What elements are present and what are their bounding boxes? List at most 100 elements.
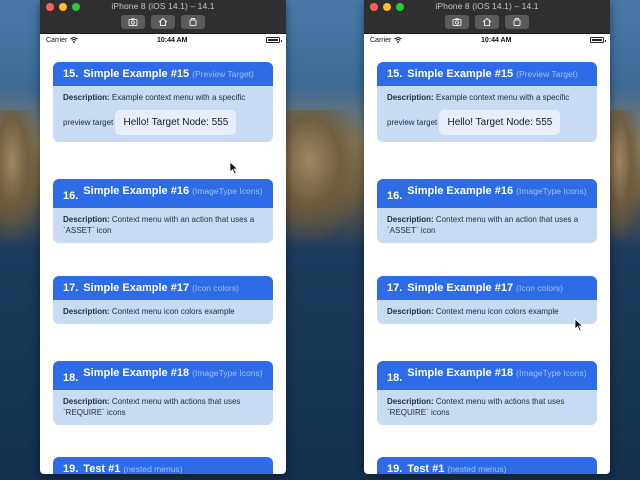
card-subtitle: (Preview Target) [192,69,254,79]
card-subtitle: (Icon colors) [516,283,563,293]
card-subtitle: (ImageType Icons) [192,186,263,196]
card-header: 15. Simple Example #15 (Preview Target) [53,62,273,86]
card-header: 17. Simple Example #17 (Icon colors) [377,276,597,300]
description-label: Description: [63,93,110,102]
ios-status-bar: Carrier 10:44 AM [40,34,286,46]
description-text: Context menu icon colors example [111,307,235,316]
card-number: 17. [63,282,79,294]
rotate-button[interactable] [505,15,529,29]
example-card-16[interactable]: 16. Simple Example #16 (ImageType Icons)… [53,179,273,243]
simulator-window-left: iPhone 8 (iOS 14.1) – 14.1 Carrier 10:44… [40,0,286,474]
battery-icon [266,37,282,43]
desktop-background-right [610,0,640,480]
card-number: 18. [387,372,403,384]
example-card-18[interactable]: 18. Simple Example #18 (ImageType Icons)… [377,361,597,425]
card-title: Simple Example #15 [407,68,514,80]
ios-status-bar: Carrier 10:44 AM [364,34,610,46]
battery-icon [590,37,606,43]
rotate-button[interactable] [181,15,205,29]
card-number: 19. [63,463,79,474]
card-title: Simple Example #15 [83,68,190,80]
card-header: 18. Simple Example #18 (ImageType Icons) [53,361,273,390]
card-description: Description: Context menu with an action… [53,208,273,243]
card-number: 17. [387,282,403,294]
card-title: Test #1 [407,463,445,474]
card-number: 15. [387,68,403,80]
description-label: Description: [387,93,434,102]
carrier-label: Carrier [370,36,392,44]
card-subtitle: (ImageType Icons) [516,368,587,378]
window-title: iPhone 8 (iOS 14.1) – 14.1 [111,1,215,11]
card-subtitle: (Preview Target) [516,69,578,79]
home-button[interactable] [151,15,175,29]
description-label: Description: [63,397,110,406]
card-title: Simple Example #17 [407,282,514,294]
example-card-15[interactable]: 15. Simple Example #15 (Preview Target) … [377,62,597,142]
desktop-background-left [0,0,40,480]
description-label: Description: [387,397,434,406]
example-card-18[interactable]: 18. Simple Example #18 (ImageType Icons)… [53,361,273,425]
window-titlebar: iPhone 8 (iOS 14.1) – 14.1 [364,0,610,34]
screenshot-button[interactable] [445,15,469,29]
card-header: 17. Simple Example #17 (Icon colors) [53,276,273,300]
description-label: Description: [63,307,110,316]
rotate-icon [189,18,197,26]
card-title: Test #1 [83,463,121,474]
card-subtitle: (ImageType Icons) [192,368,263,378]
example-list[interactable]: 15. Simple Example #15 (Preview Target) … [40,46,286,474]
card-description: Description: Context menu with actions t… [53,390,273,425]
example-card-17[interactable]: 17. Simple Example #17 (Icon colors) Des… [53,276,273,324]
card-number: 15. [63,68,79,80]
card-number: 16. [63,190,79,202]
wifi-icon [70,37,79,43]
card-header: 19. Test #1 (nested menus) [53,457,273,474]
home-icon [482,17,492,27]
card-number: 18. [63,372,79,384]
preview-target-node[interactable]: Hello! Target Node: 555 [439,110,561,135]
description-label: Description: [387,307,434,316]
card-header: 15. Simple Example #15 (Preview Target) [377,62,597,86]
card-description: Description: Context menu with actions t… [377,390,597,425]
card-title: Simple Example #18 [83,367,190,379]
status-time: 10:44 AM [156,36,188,44]
home-icon [158,17,168,27]
card-number: 16. [387,190,403,202]
card-description: Description: Context menu icon colors ex… [53,300,273,324]
mouse-cursor-icon [574,318,584,332]
example-card-16[interactable]: 16. Simple Example #16 (ImageType Icons)… [377,179,597,243]
card-title: Simple Example #18 [407,367,514,379]
card-description: Description: Context menu with an action… [377,208,597,243]
mouse-cursor-icon [229,161,239,175]
card-header: 18. Simple Example #18 (ImageType Icons) [377,361,597,390]
card-subtitle: (nested menus) [447,464,507,474]
card-description: Description: Context menu icon colors ex… [377,300,597,324]
card-title: Simple Example #16 [83,185,190,197]
card-description: Description: Example context menu with a… [377,86,597,142]
desktop-background-middle [286,0,364,480]
screenshot-icon [452,18,462,26]
screenshot-button[interactable] [121,15,145,29]
card-number: 19. [387,463,403,474]
card-header: 19. Test #1 (nested menus) [377,457,597,474]
window-title: iPhone 8 (iOS 14.1) – 14.1 [435,1,539,11]
example-list[interactable]: 15. Simple Example #15 (Preview Target) … [364,46,610,474]
card-description: Description: Example context menu with a… [53,86,273,142]
example-card-19[interactable]: 19. Test #1 (nested menus) [53,457,273,474]
description-text: Context menu icon colors example [435,307,559,316]
simulator-window-right: iPhone 8 (iOS 14.1) – 14.1 Carrier 10:44… [364,0,610,474]
home-button[interactable] [475,15,499,29]
preview-target-node[interactable]: Hello! Target Node: 555 [115,110,237,135]
card-title: Simple Example #16 [407,185,514,197]
example-card-19[interactable]: 19. Test #1 (nested menus) [377,457,597,474]
status-time: 10:44 AM [480,36,512,44]
card-header: 16. Simple Example #16 (ImageType Icons) [53,179,273,208]
example-card-15[interactable]: 15. Simple Example #15 (Preview Target) … [53,62,273,142]
card-title: Simple Example #17 [83,282,190,294]
card-subtitle: (Icon colors) [192,283,239,293]
card-subtitle: (ImageType Icons) [516,186,587,196]
description-label: Description: [63,215,110,224]
example-card-17[interactable]: 17. Simple Example #17 (Icon colors) Des… [377,276,597,324]
window-titlebar: iPhone 8 (iOS 14.1) – 14.1 [40,0,286,34]
wifi-icon [394,37,403,43]
card-subtitle: (nested menus) [123,464,183,474]
